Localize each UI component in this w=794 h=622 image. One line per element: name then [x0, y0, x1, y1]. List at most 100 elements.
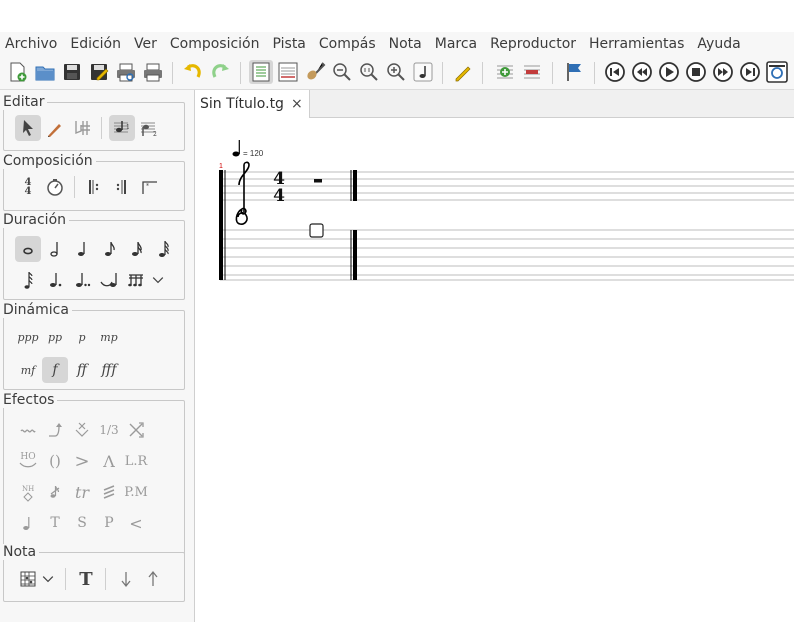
metronome-loop-icon[interactable]: [765, 60, 789, 84]
time-signature-icon[interactable]: 4 4: [15, 174, 41, 200]
tempo-metronome-icon[interactable]: [42, 174, 68, 200]
save-as-icon[interactable]: [87, 60, 111, 84]
end-barline-tab: [353, 230, 357, 280]
last-measure-icon[interactable]: [738, 60, 762, 84]
hammer-on-icon[interactable]: HO: [15, 448, 41, 474]
palm-mute-icon[interactable]: P.M: [123, 479, 149, 505]
vibrato-icon[interactable]: [15, 417, 41, 443]
alternate-ending-icon[interactable]: *: [136, 174, 162, 200]
edit-pencil-icon[interactable]: [451, 60, 475, 84]
dynamic-ppp[interactable]: ppp: [15, 324, 41, 350]
dynamic-p[interactable]: p: [69, 324, 95, 350]
select-arrow-icon[interactable]: [15, 115, 41, 141]
accent-icon[interactable]: >: [69, 448, 95, 474]
guitar-icon[interactable]: [303, 60, 327, 84]
zoom-in-icon[interactable]: [384, 60, 408, 84]
menu-herramientas[interactable]: Herramientas: [584, 36, 689, 52]
edit-pencil-tool-icon[interactable]: [42, 115, 68, 141]
remove-track-icon[interactable]: [520, 60, 544, 84]
first-measure-icon[interactable]: [603, 60, 627, 84]
tremolo-picking-icon[interactable]: [96, 479, 122, 505]
dynamic-ff[interactable]: ff: [69, 357, 95, 383]
half-note-icon[interactable]: [42, 236, 68, 262]
start-barline-thick: [219, 170, 223, 280]
linear-layout-icon[interactable]: [276, 60, 300, 84]
zoom-reset-icon[interactable]: [357, 60, 381, 84]
dead-note-icon[interactable]: [69, 417, 95, 443]
staccato-icon[interactable]: [15, 510, 41, 536]
add-track-icon[interactable]: [493, 60, 517, 84]
redo-icon[interactable]: [208, 60, 232, 84]
tab-cursor[interactable]: [309, 223, 324, 238]
menu-pista[interactable]: Pista: [268, 36, 311, 52]
note-view-icon[interactable]: [411, 60, 435, 84]
new-file-icon[interactable]: [6, 60, 30, 84]
chevron-down-icon[interactable]: [150, 267, 166, 293]
tab-sin-titulo[interactable]: Sin Título.tg ×: [196, 90, 310, 118]
menu-archivo[interactable]: Archivo: [0, 36, 62, 52]
natural-harmonic-icon[interactable]: NH: [15, 479, 41, 505]
page-layout-icon[interactable]: [249, 60, 273, 84]
menu-ayuda[interactable]: Ayuda: [692, 36, 745, 52]
heavy-accent-icon[interactable]: Λ: [96, 448, 122, 474]
menu-nota[interactable]: Nota: [384, 36, 427, 52]
dynamic-pp[interactable]: pp: [42, 324, 68, 350]
triplet-feel-icon[interactable]: 1/3: [96, 417, 122, 443]
menu-compas[interactable]: Compás: [314, 36, 381, 52]
tapping-icon[interactable]: T: [42, 510, 68, 536]
double-dotted-note-icon[interactable]: [69, 267, 95, 293]
repeat-open-icon[interactable]: [82, 174, 108, 200]
print-preview-icon[interactable]: [114, 60, 138, 84]
tie-note-icon[interactable]: [96, 267, 122, 293]
svg-text:1: 1: [126, 124, 130, 131]
menu-marca[interactable]: Marca: [430, 36, 482, 52]
tuplet-icon[interactable]: [123, 267, 149, 293]
shuffle-icon[interactable]: [123, 417, 149, 443]
menu-reproductor[interactable]: Reproductor: [485, 36, 581, 52]
arrow-up-icon[interactable]: [140, 566, 166, 592]
trill-icon[interactable]: tr: [69, 479, 95, 505]
let-ring-icon[interactable]: L.R: [123, 448, 149, 474]
dynamic-mf[interactable]: mf: [15, 357, 41, 383]
thirty-second-note-icon[interactable]: [150, 236, 176, 262]
dynamic-f[interactable]: f: [42, 357, 68, 383]
dynamic-mp[interactable]: mp: [96, 324, 122, 350]
open-folder-icon[interactable]: [33, 60, 57, 84]
sixteenth-note-icon[interactable]: [123, 236, 149, 262]
chord-grid-icon[interactable]: [15, 566, 41, 592]
voice-2-icon[interactable]: 2: [136, 115, 162, 141]
stop-icon[interactable]: [684, 60, 708, 84]
undo-icon[interactable]: [181, 60, 205, 84]
text-tool-icon[interactable]: T: [73, 566, 99, 592]
zoom-out-icon[interactable]: [330, 60, 354, 84]
grace-note-icon[interactable]: [42, 479, 68, 505]
menu-composicion[interactable]: Composición: [165, 36, 265, 52]
marker-flag-icon[interactable]: [562, 60, 586, 84]
save-icon[interactable]: [60, 60, 84, 84]
fade-in-icon[interactable]: <: [123, 510, 149, 536]
repeat-close-icon[interactable]: [109, 174, 135, 200]
popping-icon[interactable]: P: [96, 510, 122, 536]
play-icon[interactable]: [657, 60, 681, 84]
sixty-fourth-note-icon[interactable]: [15, 267, 41, 293]
voice-1-icon[interactable]: 1: [109, 115, 135, 141]
slapping-icon[interactable]: S: [69, 510, 95, 536]
natural-sharp-icon[interactable]: [69, 115, 95, 141]
dynamic-fff[interactable]: fff: [96, 357, 122, 383]
menu-ver[interactable]: Ver: [129, 36, 162, 52]
score-area[interactable]: = 120 1 4 4: [196, 118, 794, 622]
rewind-icon[interactable]: [630, 60, 654, 84]
bend-icon[interactable]: [42, 417, 68, 443]
menu-edicion[interactable]: Edición: [65, 36, 126, 52]
print-icon[interactable]: [141, 60, 165, 84]
chevron-down-icon[interactable]: [40, 566, 56, 592]
eighth-note-icon[interactable]: [96, 236, 122, 262]
whole-note-icon[interactable]: [15, 236, 41, 262]
quarter-note-icon[interactable]: [69, 236, 95, 262]
fast-forward-icon[interactable]: [711, 60, 735, 84]
arrow-down-icon[interactable]: [113, 566, 139, 592]
close-icon[interactable]: ×: [291, 96, 303, 112]
dotted-note-icon[interactable]: [42, 267, 68, 293]
ghost-note-icon[interactable]: (): [42, 448, 68, 474]
svg-text:2: 2: [153, 131, 157, 138]
